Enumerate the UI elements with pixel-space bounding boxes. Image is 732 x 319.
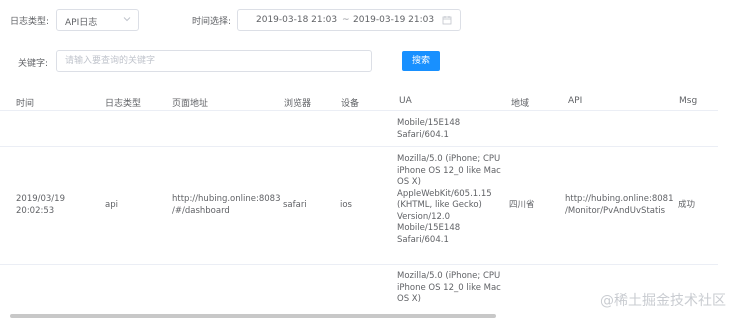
- col-time: 时间: [16, 99, 35, 109]
- time-cell: 2019/03/19 20:02:53: [16, 194, 65, 217]
- api-line: http://hubing.online:8081: [565, 194, 674, 204]
- time-label: 时间选择:: [192, 17, 232, 27]
- ua-line: Version/12.0: [397, 211, 451, 222]
- ua-line: OS X): [397, 294, 421, 304]
- page-url-cell: http://hubing.online:8083 /#/dashboard: [172, 194, 280, 217]
- api-cell: http://hubing.online:8081 /Monitor/PvAnd…: [565, 194, 673, 217]
- ua-line: Safari/604.1: [397, 129, 449, 140]
- log-type-cell: api: [105, 200, 118, 210]
- col-msg: Msg: [679, 96, 698, 106]
- calendar-icon: [442, 16, 452, 25]
- search-button[interactable]: 搜索: [402, 51, 440, 71]
- ua-line: Mozilla/5.0 (iPhone; CPU: [397, 154, 501, 164]
- col-log-type: 日志类型: [105, 99, 142, 109]
- range-separator: ~: [342, 15, 350, 25]
- time-date: 2019/03/19: [16, 194, 65, 204]
- horizontal-scrollbar[interactable]: [10, 314, 496, 318]
- col-region: 地域: [511, 99, 530, 109]
- col-api: API: [568, 96, 583, 106]
- time-clock: 20:02:53: [16, 205, 55, 216]
- ua-cell: Mobile/15E148 Safari/604.1: [397, 118, 460, 141]
- date-range-picker[interactable]: 2019-03-18 21:03 ~ 2019-03-19 21:03: [237, 9, 461, 31]
- ua-line: Mobile/15E148: [397, 223, 461, 233]
- msg-cell: 成功: [678, 200, 696, 210]
- log-type-label: 日志类型:: [10, 17, 50, 27]
- ua-line: iPhone OS 12_0 like Mac: [397, 165, 501, 176]
- ua-line: AppleWebKit/605.1.15: [397, 188, 492, 199]
- ua-line: iPhone OS 12_0 like Mac: [397, 282, 501, 293]
- row-divider: [0, 146, 718, 147]
- col-browser: 浏览器: [284, 99, 312, 109]
- col-device: 设备: [341, 99, 360, 109]
- device-cell: ios: [340, 200, 352, 210]
- watermark: @稀土掘金技术社区: [600, 293, 726, 309]
- api-line: /Monitor/PvAndUvStatis: [565, 205, 666, 216]
- page-url-line: /#/dashboard: [172, 205, 230, 216]
- page-url-line: http://hubing.online:8083: [172, 194, 281, 204]
- ua-line: Mobile/15E148: [397, 118, 461, 128]
- col-ua: UA: [399, 96, 412, 106]
- log-type-select[interactable]: API日志: [56, 9, 139, 31]
- header-divider: [0, 110, 718, 111]
- ua-line: (KHTML, like Gecko): [397, 200, 482, 210]
- keyword-label: 关键字:: [18, 59, 49, 69]
- keyword-input[interactable]: [56, 50, 372, 72]
- row-divider: [0, 264, 718, 265]
- ua-line: Mozilla/5.0 (iPhone; CPU: [397, 271, 501, 281]
- ua-line: OS X): [397, 177, 421, 187]
- browser-cell: safari: [283, 200, 307, 210]
- chevron-down-icon: [123, 17, 131, 22]
- ua-line: Safari/604.1: [397, 234, 449, 245]
- end-date[interactable]: 2019-03-19 21:03: [353, 15, 434, 25]
- ua-cell: Mozilla/5.0 (iPhone; CPU iPhone OS 12_0 …: [397, 271, 501, 306]
- start-date[interactable]: 2019-03-18 21:03: [256, 15, 337, 25]
- ua-cell: Mozilla/5.0 (iPhone; CPU iPhone OS 12_0 …: [397, 154, 501, 246]
- region-cell: 四川省: [509, 200, 535, 210]
- col-page-url: 页面地址: [172, 99, 209, 109]
- log-type-value: API日志: [65, 18, 98, 28]
